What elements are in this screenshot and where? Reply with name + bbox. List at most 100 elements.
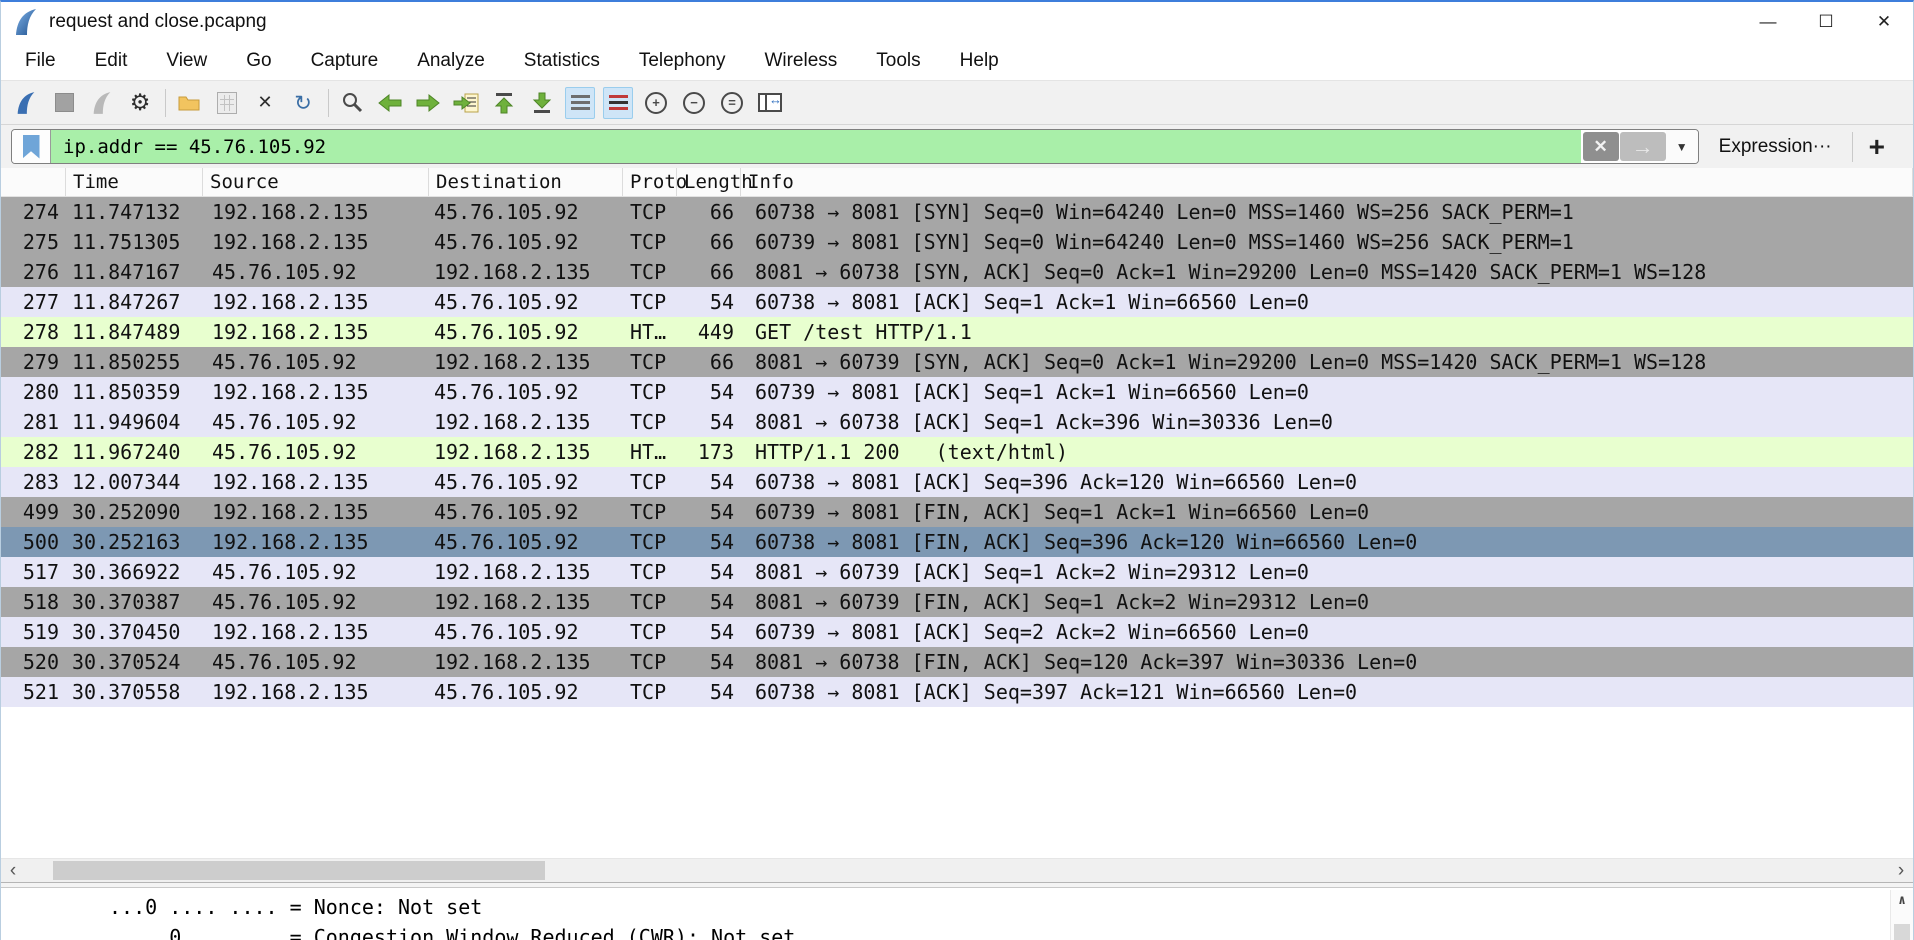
- go-back-button[interactable]: [375, 87, 405, 119]
- go-forward-button[interactable]: [413, 87, 443, 119]
- packet-number: 500: [22, 530, 59, 554]
- detail-line-nonce[interactable]: ...0 .... .... = Nonce: Not set: [1, 892, 1913, 922]
- packet-info: GET /test HTTP/1.1: [755, 320, 972, 344]
- packet-length: 66: [709, 200, 734, 224]
- packet-row[interactable]: 278 11.847489 192.168.2.135 45.76.105.92…: [1, 317, 1913, 347]
- column-header-source[interactable]: Source: [203, 168, 429, 196]
- packet-info: 8081 → 60739 [FIN, ACK] Seq=1 Ack=2 Win=…: [755, 590, 1370, 614]
- packet-row[interactable]: 518 30.370387 45.76.105.92 192.168.2.135…: [1, 587, 1913, 617]
- packet-number: 277: [22, 290, 59, 314]
- colorize-toggle[interactable]: [603, 86, 633, 119]
- add-filter-button[interactable]: +: [1869, 132, 1885, 161]
- zoom-original-button[interactable]: =: [717, 87, 747, 119]
- packet-row[interactable]: 520 30.370524 45.76.105.92 192.168.2.135…: [1, 647, 1913, 677]
- menu-item[interactable]: Go: [246, 50, 271, 72]
- packet-protocol: TCP: [630, 650, 667, 674]
- menu-item[interactable]: Help: [960, 50, 999, 72]
- save-file-button[interactable]: [212, 87, 242, 119]
- horizontal-scrollbar[interactable]: ‹ ›: [1, 858, 1913, 882]
- packet-row[interactable]: 276 11.847167 45.76.105.92 192.168.2.135…: [1, 257, 1913, 287]
- menu-item[interactable]: Telephony: [639, 50, 726, 72]
- packet-row[interactable]: 521 30.370558 192.168.2.135 45.76.105.92…: [1, 677, 1913, 707]
- menu-item[interactable]: Statistics: [524, 50, 600, 72]
- packet-length: 54: [709, 560, 734, 584]
- packet-row[interactable]: 519 30.370450 192.168.2.135 45.76.105.92…: [1, 617, 1913, 647]
- go-to-first-button[interactable]: [489, 87, 519, 119]
- folder-icon: [178, 96, 200, 110]
- stop-capture-button[interactable]: [49, 87, 79, 119]
- packet-source: 192.168.2.135: [212, 230, 369, 254]
- filter-dropdown-button[interactable]: ▼: [1665, 130, 1698, 163]
- expression-button[interactable]: Expression···: [1719, 136, 1832, 158]
- packet-row[interactable]: 499 30.252090 192.168.2.135 45.76.105.92…: [1, 497, 1913, 527]
- go-to-packet-button[interactable]: [451, 87, 481, 119]
- packet-source: 192.168.2.135: [212, 500, 369, 524]
- details-scrollbar-thumb[interactable]: [1894, 924, 1910, 940]
- packet-row[interactable]: 275 11.751305 192.168.2.135 45.76.105.92…: [1, 227, 1913, 257]
- packet-row[interactable]: 517 30.366922 45.76.105.92 192.168.2.135…: [1, 557, 1913, 587]
- filter-clear-button[interactable]: ✕: [1582, 132, 1619, 161]
- menu-item[interactable]: Tools: [876, 50, 920, 72]
- packet-protocol: TCP: [630, 590, 667, 614]
- column-header-info[interactable]: Info: [741, 168, 1913, 196]
- packet-number: 275: [22, 230, 59, 254]
- arrow-down-bar-icon: [532, 92, 552, 113]
- details-vertical-scrollbar[interactable]: ∧: [1890, 890, 1913, 940]
- packet-length: 173: [697, 440, 734, 464]
- packet-row[interactable]: 274 11.747132 192.168.2.135 45.76.105.92…: [1, 197, 1913, 227]
- packet-row[interactable]: 282 11.967240 45.76.105.92 192.168.2.135…: [1, 437, 1913, 467]
- zoom-in-button[interactable]: +: [641, 87, 671, 119]
- close-button[interactable]: ✕: [1855, 2, 1913, 42]
- packet-row[interactable]: 283 12.007344 192.168.2.135 45.76.105.92…: [1, 467, 1913, 497]
- zoom-out-button[interactable]: −: [679, 87, 709, 119]
- auto-scroll-toggle[interactable]: [565, 86, 595, 119]
- menu-item[interactable]: Edit: [95, 50, 128, 72]
- go-to-last-button[interactable]: [527, 87, 557, 119]
- start-capture-button[interactable]: [11, 87, 41, 119]
- capture-options-button[interactable]: ⚙: [125, 87, 155, 119]
- packet-length: 66: [709, 260, 734, 284]
- menu-item[interactable]: File: [25, 50, 56, 72]
- packet-time: 30.370558: [72, 680, 181, 704]
- packet-row[interactable]: 281 11.949604 45.76.105.92 192.168.2.135…: [1, 407, 1913, 437]
- menu-item[interactable]: Analyze: [417, 50, 485, 72]
- minimize-button[interactable]: —: [1739, 2, 1797, 42]
- close-file-icon: ✕: [257, 92, 273, 113]
- packet-source: 45.76.105.92: [212, 440, 357, 464]
- reload-file-button[interactable]: ↻: [288, 87, 318, 119]
- horizontal-scrollbar-thumb[interactable]: [53, 861, 545, 880]
- bookmark-icon: [22, 134, 40, 159]
- stop-square-icon: [54, 93, 74, 112]
- packet-row[interactable]: 500 30.252163 192.168.2.135 45.76.105.92…: [1, 527, 1913, 557]
- maximize-button[interactable]: ☐: [1797, 2, 1855, 42]
- menu-item[interactable]: Capture: [311, 50, 379, 72]
- close-file-button[interactable]: ✕: [250, 87, 280, 119]
- detail-line-cwr[interactable]: 0 = Congestion Window Reduced (CWR): Not…: [1, 922, 1913, 940]
- filter-apply-button[interactable]: →: [1619, 132, 1666, 161]
- packet-row[interactable]: 279 11.850255 45.76.105.92 192.168.2.135…: [1, 347, 1913, 377]
- menu-item[interactable]: Wireless: [764, 50, 837, 72]
- filter-bookmark-button[interactable]: [12, 130, 51, 163]
- gear-icon: ⚙: [129, 89, 151, 116]
- restart-capture-button[interactable]: [87, 87, 117, 119]
- packet-info: 8081 → 60738 [FIN, ACK] Seq=120 Ack=397 …: [755, 650, 1418, 674]
- scroll-left-arrow[interactable]: ‹: [1, 859, 25, 882]
- column-header-destination[interactable]: Destination: [429, 168, 623, 196]
- scroll-up-arrow[interactable]: ∧: [1891, 890, 1913, 908]
- packet-length: 54: [709, 650, 734, 674]
- column-header-time[interactable]: Time: [66, 168, 203, 196]
- open-file-button[interactable]: [174, 87, 204, 119]
- column-header-length[interactable]: Length: [677, 168, 753, 196]
- arrow-left-icon: [378, 93, 402, 112]
- resize-columns-button[interactable]: [755, 87, 785, 119]
- menu-item[interactable]: View: [166, 50, 207, 72]
- find-packet-button[interactable]: [337, 87, 367, 119]
- column-header-proto[interactable]: Proto: [623, 168, 687, 196]
- packet-row[interactable]: 280 11.850359 192.168.2.135 45.76.105.92…: [1, 377, 1913, 407]
- packet-number: 499: [22, 500, 59, 524]
- packet-row[interactable]: 277 11.847267 192.168.2.135 45.76.105.92…: [1, 287, 1913, 317]
- packet-protocol: HT…: [630, 440, 667, 464]
- scroll-right-arrow[interactable]: ›: [1889, 859, 1913, 882]
- display-filter-input[interactable]: [51, 130, 1581, 163]
- column-header-no[interactable]: [1, 168, 66, 196]
